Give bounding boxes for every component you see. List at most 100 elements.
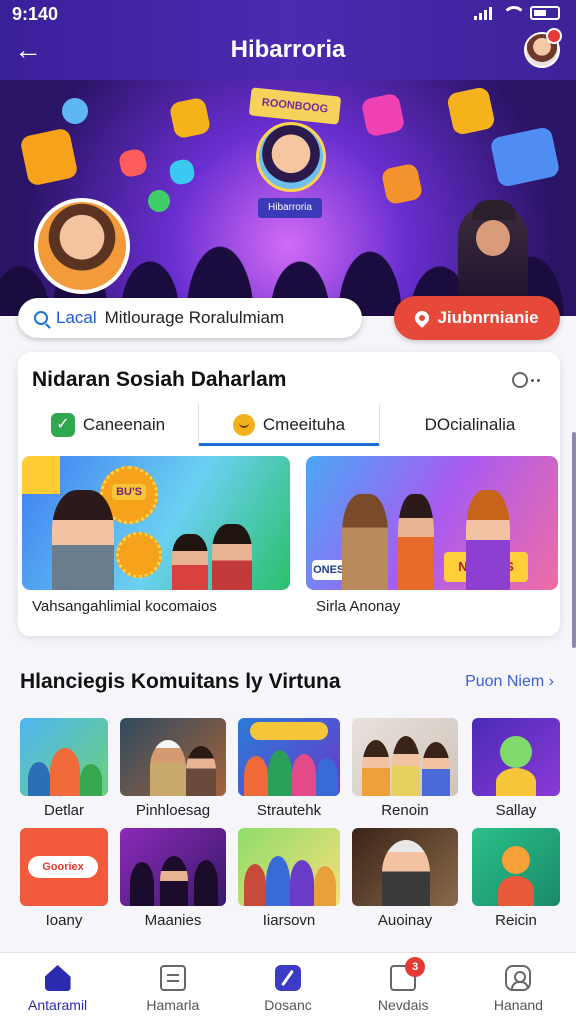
user-icon xyxy=(505,965,532,991)
emoji-tile xyxy=(117,147,149,179)
community-label: Ioany xyxy=(45,912,83,929)
search-location: Lacal xyxy=(56,308,97,327)
nav-item-profile[interactable]: Hanand xyxy=(461,953,576,1024)
person-figure xyxy=(172,534,208,590)
top-app-bar: 9:140 ← Hibarroria xyxy=(0,0,576,80)
feature-badge: BU'S xyxy=(112,484,146,500)
signal-icon xyxy=(474,6,492,20)
hero-sign: ROONBOOG xyxy=(248,87,342,125)
sun-decoration xyxy=(116,532,162,578)
community-item[interactable]: Iiarsovn xyxy=(238,828,340,929)
home-icon xyxy=(44,965,71,991)
hero-character xyxy=(256,122,326,192)
hero-banner[interactable]: ROONBOOG Hibarroria xyxy=(0,80,576,316)
person-figure xyxy=(342,494,388,590)
tab-docialinalia[interactable]: DOcialinalia xyxy=(379,404,560,446)
emoji-tile xyxy=(167,157,197,187)
person-figure xyxy=(52,490,114,590)
community-label: Auoinay xyxy=(377,912,433,929)
search-query: Mitlourage Roralulmiam xyxy=(104,308,285,327)
search-icon xyxy=(34,311,48,325)
community-thumbnail xyxy=(120,828,226,906)
see-all-link[interactable]: Puon Niem › xyxy=(465,673,554,691)
nav-badge: 3 xyxy=(405,957,426,977)
nav-label: Nevdais xyxy=(377,997,429,1013)
app-screen: 9:140 ← Hibarroria ROONBOOG Hibarroria xyxy=(0,0,576,1024)
feature-image: BU'S xyxy=(22,456,290,590)
community-label: Renoin xyxy=(381,802,429,819)
wifi-icon xyxy=(502,6,526,20)
tab-label: Caneenain xyxy=(82,415,166,434)
emoji-tile xyxy=(168,96,212,140)
check-icon: ✓ xyxy=(50,413,75,437)
status-time: 9:140 xyxy=(12,4,59,24)
community-thumbnail xyxy=(352,718,458,796)
see-all-label: Puon Niem xyxy=(465,673,545,690)
person-figure xyxy=(398,494,434,590)
location-button[interactable]: Jiubnrnianie xyxy=(394,296,560,340)
emoji-tile xyxy=(380,162,424,206)
community-thumbnail xyxy=(120,718,226,796)
face-icon xyxy=(232,414,255,436)
pen-icon xyxy=(275,965,301,991)
community-label: Pinhloesag xyxy=(135,802,211,819)
community-label: Iiarsovn xyxy=(262,912,316,929)
community-item[interactable]: Detlar xyxy=(20,718,108,819)
community-item[interactable]: Sallay xyxy=(472,718,560,819)
nav-item-home[interactable]: Antaramil xyxy=(0,953,115,1024)
community-thumbnail xyxy=(352,828,458,906)
tab-label: Cmeeituha xyxy=(262,415,346,434)
child-portrait xyxy=(34,198,130,294)
tab-caneenain[interactable]: ✓ Caneenain xyxy=(18,404,198,446)
search-bar[interactable]: Lacal Mitlourage Roralulmiam xyxy=(18,298,362,338)
status-icons xyxy=(474,6,560,20)
community-item[interactable]: Strautehk xyxy=(238,718,340,819)
nav-label: Hamarla xyxy=(146,997,200,1013)
page-title: Hibarroria xyxy=(230,36,346,63)
feature-caption: Sirla Anonay xyxy=(316,598,401,615)
tab-cmeeituha[interactable]: Cmeeituha xyxy=(198,404,379,446)
more-options-icon[interactable] xyxy=(512,370,544,390)
community-item[interactable]: Gooriex Ioany xyxy=(20,828,108,929)
featured-card: Nidaran Sosiah Daharlam ✓ Caneenain Cmee… xyxy=(18,352,560,636)
emoji-tile xyxy=(489,126,561,188)
notification-badge xyxy=(546,28,562,44)
community-item[interactable]: Reicin xyxy=(472,828,560,929)
feature-tile[interactable]: ONES BING NAURUS Sirla Anonay xyxy=(306,456,558,624)
scrollbar[interactable] xyxy=(572,432,576,648)
feature-tile[interactable]: BU'S Vahsangahlimial kocomaios xyxy=(22,456,290,624)
community-item[interactable]: Maanies xyxy=(120,828,226,929)
community-chip: Gooriex xyxy=(28,856,98,878)
community-label: Detlar xyxy=(43,802,84,819)
feature-image: ONES BING NAURUS xyxy=(306,456,558,590)
community-thumbnail xyxy=(20,718,108,796)
nav-item-documents[interactable]: Hamarla xyxy=(115,953,230,1024)
emoji-tile xyxy=(19,127,79,187)
section-title: Hlanciegis Komuitans ly Virtuna xyxy=(20,670,341,693)
emoji-tile xyxy=(446,86,496,136)
status-bar: 9:140 xyxy=(0,0,576,28)
document-icon xyxy=(159,965,186,991)
nav-label: Antaramil xyxy=(28,997,88,1013)
feature-caption: Vahsangahlimial kocomaios xyxy=(32,598,217,615)
community-label: Strautehk xyxy=(256,802,322,819)
community-item[interactable]: Renoin xyxy=(352,718,458,819)
nav-item-create[interactable]: Dosanc xyxy=(230,953,345,1024)
community-label: Sallay xyxy=(495,802,537,819)
location-pin-icon xyxy=(412,308,433,328)
community-item[interactable]: Auoinay xyxy=(352,828,458,929)
community-label: Maanies xyxy=(144,912,202,929)
battery-icon xyxy=(530,6,560,20)
community-thumbnail xyxy=(472,828,560,906)
nav-item-messages[interactable]: 3 Nevdais xyxy=(346,953,461,1024)
person-figure xyxy=(466,490,510,590)
emoji-tile xyxy=(59,95,91,127)
community-label: Reicin xyxy=(495,912,537,929)
community-item[interactable]: Pinhloesag xyxy=(120,718,226,819)
emoji-face xyxy=(22,456,60,494)
bottom-navigation: Antaramil Hamarla Dosanc 3 Nevdais Hanan… xyxy=(0,952,576,1024)
nav-label: Dosanc xyxy=(264,997,312,1013)
emoji-tile xyxy=(360,92,406,138)
tab-label: DOcialinalia xyxy=(424,415,516,434)
community-thumbnail: Gooriex xyxy=(20,828,108,906)
